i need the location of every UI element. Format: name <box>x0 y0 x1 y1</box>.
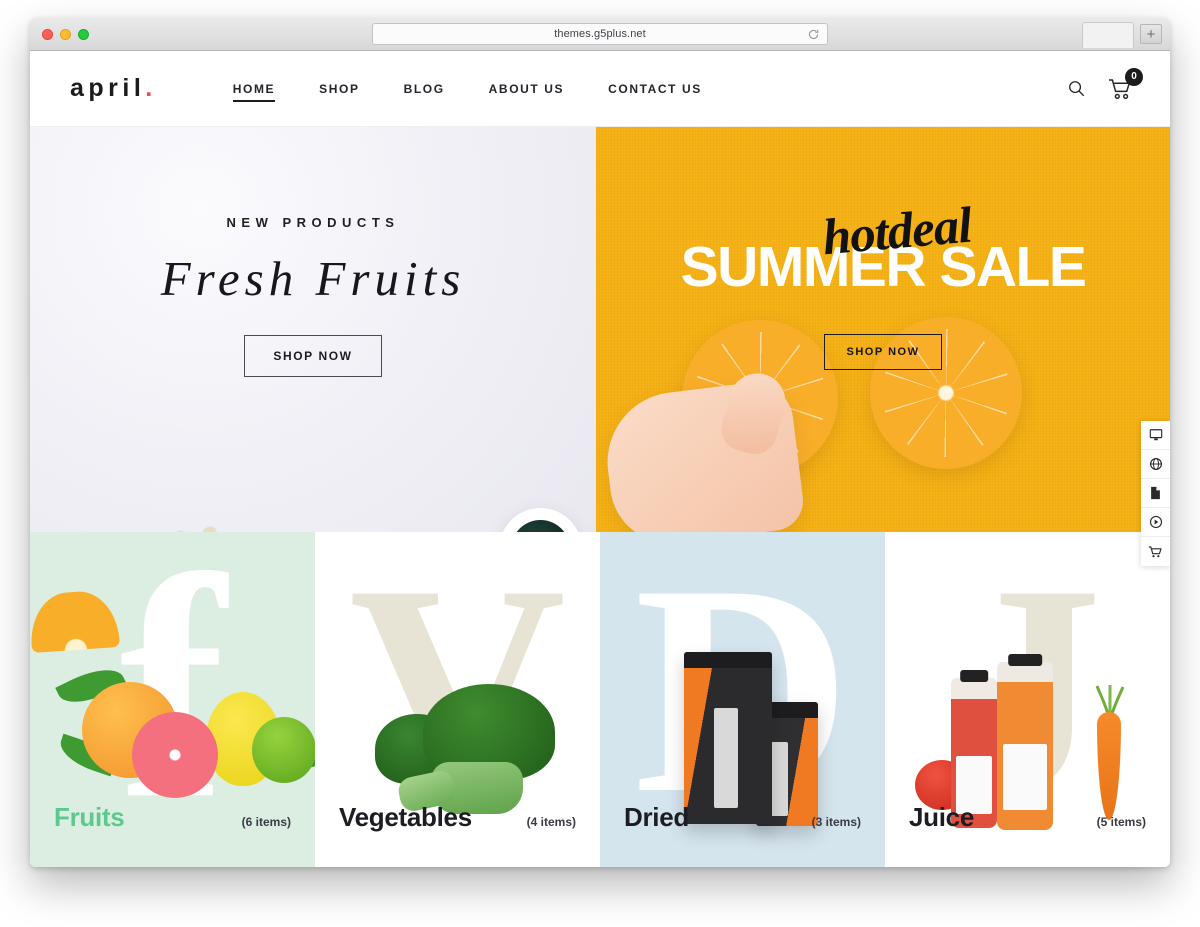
globe-icon <box>1149 458 1162 470</box>
hero-row: NEW PRODUCTS Fresh Fruits SHOP NOW hotde… <box>30 127 1170 532</box>
toolbar-language-button[interactable] <box>1141 450 1170 479</box>
cart-icon <box>1148 545 1162 557</box>
category-item-count: (3 items) <box>811 815 861 829</box>
lime-prop <box>252 717 315 783</box>
window-controls <box>42 29 89 40</box>
maximize-window-button[interactable] <box>78 29 89 40</box>
category-card-fruits[interactable]: f Fruits (6 items) <box>30 532 315 867</box>
toolbar-docs-button[interactable] <box>1141 479 1170 508</box>
category-title: Dried <box>624 802 689 832</box>
header-actions: 0 <box>1067 67 1143 100</box>
vegetables-illustration <box>315 592 600 814</box>
logo-text: april <box>70 74 146 102</box>
hero-left-shop-now-button[interactable]: SHOP NOW <box>244 335 382 377</box>
fruits-illustration <box>30 589 315 802</box>
category-card-vegetables[interactable]: V Vegetables (4 items) <box>315 532 600 867</box>
site-logo[interactable]: april. <box>70 76 157 101</box>
close-window-button[interactable] <box>42 29 53 40</box>
main-navigation: HOME SHOP BLOG ABOUT US CONTACT US <box>211 76 724 102</box>
hero-banner-summer-sale[interactable]: hotdeal SUMMER SALE SHOP NOW <box>596 127 1170 532</box>
nav-item-about-us[interactable]: ABOUT US <box>467 76 586 102</box>
category-item-count: (5 items) <box>1096 815 1146 829</box>
category-cards-row: f Fruits (6 items) Vegetables (4 items) … <box>30 532 1170 867</box>
category-title: Fruits <box>54 802 125 832</box>
monitor-icon <box>1149 429 1162 441</box>
cut-grapefruit-prop <box>132 712 218 798</box>
page-viewport: april. HOME SHOP BLOG ABOUT US CONTACT U… <box>30 51 1170 867</box>
bottle-label <box>1002 744 1048 810</box>
play-circle-icon <box>1149 515 1162 529</box>
category-title: Juice <box>909 802 974 832</box>
document-icon <box>1151 486 1160 500</box>
category-item-count: (4 items) <box>526 815 576 829</box>
bag-label <box>714 708 738 808</box>
category-card-footer: Vegetables (4 items) <box>315 802 600 833</box>
nav-item-shop[interactable]: SHOP <box>297 76 381 102</box>
cart-count-badge: 0 <box>1125 67 1143 86</box>
reload-icon[interactable] <box>807 28 820 41</box>
nav-item-home[interactable]: HOME <box>211 76 297 102</box>
category-card-footer: Fruits (6 items) <box>30 802 315 833</box>
site-header: april. HOME SHOP BLOG ABOUT US CONTACT U… <box>30 51 1170 127</box>
nav-item-blog[interactable]: BLOG <box>382 76 467 102</box>
dried-illustration <box>600 592 885 826</box>
juice-illustration <box>885 592 1170 830</box>
toolbar-video-button[interactable] <box>1141 508 1170 537</box>
tab-strip <box>1082 22 1134 48</box>
search-icon <box>1069 81 1085 97</box>
category-card-footer: Dried (3 items) <box>600 802 885 833</box>
cart-button[interactable]: 0 <box>1108 67 1143 100</box>
category-title: Vegetables <box>339 802 472 832</box>
coffee-bag-large <box>684 652 772 824</box>
toolbar-demo-button[interactable] <box>1141 421 1170 450</box>
browser-titlebar: themes.g5plus.net + <box>30 18 1170 51</box>
hero-left-title: Fresh Fruits <box>160 251 466 306</box>
hero-left-kicker: NEW PRODUCTS <box>226 215 400 230</box>
browser-window: themes.g5plus.net + april. HOME SHOP BLO… <box>30 18 1170 867</box>
search-button[interactable] <box>1067 79 1086 98</box>
address-bar[interactable]: themes.g5plus.net <box>372 23 828 45</box>
url-text: themes.g5plus.net <box>554 28 646 40</box>
toolbar-purchase-button[interactable] <box>1141 537 1170 566</box>
orange-wedge-prop <box>30 589 120 653</box>
hero-banner-fresh-fruits[interactable]: NEW PRODUCTS Fresh Fruits SHOP NOW <box>30 127 596 532</box>
bag-top <box>684 652 772 668</box>
logo-dot: . <box>145 74 157 102</box>
floating-side-toolbar <box>1141 421 1170 566</box>
bottle-cap <box>960 670 988 682</box>
bottle-cap <box>1008 654 1042 666</box>
hero-right-shop-now-button[interactable]: SHOP NOW <box>823 333 943 370</box>
category-card-footer: Juice (5 items) <box>885 802 1170 833</box>
minimize-window-button[interactable] <box>60 29 71 40</box>
category-item-count: (6 items) <box>241 815 291 829</box>
category-card-juice[interactable]: Juice (5 items) <box>885 532 1170 867</box>
category-card-dried[interactable]: D Dried (3 items) <box>600 532 885 867</box>
nav-item-contact-us[interactable]: CONTACT US <box>586 76 724 102</box>
hero-left-content: NEW PRODUCTS Fresh Fruits SHOP NOW <box>30 215 596 377</box>
new-tab-button[interactable]: + <box>1140 24 1162 44</box>
hero-right-content: hotdeal SUMMER SALE SHOP NOW <box>596 198 1170 370</box>
